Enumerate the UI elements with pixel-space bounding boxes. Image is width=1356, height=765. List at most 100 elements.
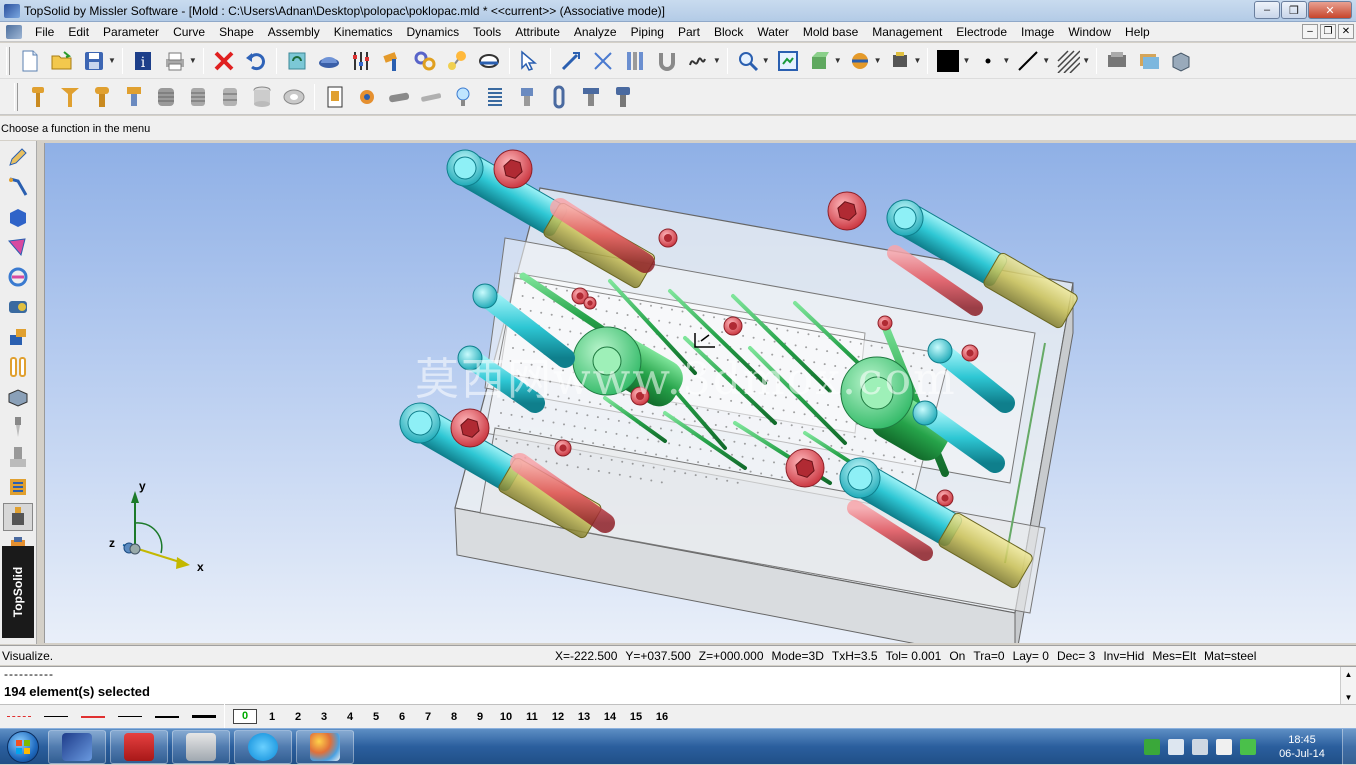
layer-12[interactable]: 12 — [545, 711, 571, 723]
flag-icon[interactable] — [1216, 739, 1232, 755]
close-button[interactable]: ✕ — [1308, 1, 1352, 19]
layer-1[interactable]: 1 — [259, 711, 285, 723]
status-on[interactable]: On — [949, 646, 965, 666]
zoom-icon[interactable] — [734, 47, 762, 75]
status-tolerance[interactable]: Tol= 0.001 — [886, 646, 942, 666]
pointer-icon[interactable] — [516, 47, 544, 75]
cooling-icon[interactable] — [3, 473, 33, 501]
link-icon[interactable] — [545, 83, 573, 111]
curve-icon[interactable] — [3, 173, 33, 201]
menu-parameter[interactable]: Parameter — [96, 22, 166, 42]
paint-icon[interactable] — [296, 729, 354, 764]
status-measure[interactable]: Mes=Elt — [1152, 646, 1196, 666]
screw-3-icon[interactable] — [88, 83, 116, 111]
box-icon[interactable] — [1167, 47, 1195, 75]
delete-icon[interactable] — [210, 47, 238, 75]
line-type-dashdot-icon[interactable] — [4, 707, 34, 727]
status-decimals[interactable]: Dec= 3 — [1057, 646, 1095, 666]
solid-icon[interactable] — [3, 203, 33, 231]
layer-15[interactable]: 15 — [623, 711, 649, 723]
document-icon[interactable] — [6, 24, 22, 39]
bolt-icon[interactable] — [609, 83, 637, 111]
toolbar-grip[interactable] — [6, 46, 10, 75]
doc-restore-button[interactable]: ❐ — [1320, 24, 1336, 39]
minimize-button[interactable]: – — [1254, 1, 1280, 19]
menu-curve[interactable]: Curve — [166, 22, 212, 42]
menu-analyze[interactable]: Analyze — [567, 22, 624, 42]
skype-icon[interactable] — [234, 729, 292, 764]
toolbar-grip[interactable] — [14, 82, 18, 111]
status-invisible[interactable]: Inv=Hid — [1103, 646, 1144, 666]
status-material[interactable]: Mat=steel — [1204, 646, 1256, 666]
point-style-icon[interactable] — [974, 47, 1002, 75]
menu-assembly[interactable]: Assembly — [261, 22, 327, 42]
open-folder-icon[interactable] — [48, 47, 76, 75]
layer-3[interactable]: 3 — [311, 711, 337, 723]
links-icon[interactable] — [411, 47, 439, 75]
screw-7-icon[interactable] — [216, 83, 244, 111]
gear-icon[interactable] — [353, 83, 381, 111]
menu-block[interactable]: Block — [707, 22, 750, 42]
solidworks-icon[interactable] — [110, 729, 168, 764]
clamp-icon[interactable] — [577, 83, 605, 111]
sliders-icon[interactable] — [347, 47, 375, 75]
doc-minimize-button[interactable]: – — [1302, 24, 1318, 39]
save-icon[interactable] — [80, 47, 108, 75]
status-layer[interactable]: Lay= 0 — [1013, 646, 1049, 666]
doc-component-icon[interactable] — [321, 83, 349, 111]
layers-icon[interactable] — [1135, 47, 1163, 75]
assembly-icon[interactable] — [3, 263, 33, 291]
layer-14[interactable]: 14 — [597, 711, 623, 723]
screw-2-icon[interactable] — [56, 83, 84, 111]
message-scrollbar[interactable]: ▲ ▼ — [1340, 667, 1356, 705]
menu-mold-base[interactable]: Mold base — [796, 22, 865, 42]
layer-4[interactable]: 4 — [337, 711, 363, 723]
pencil-icon[interactable] — [3, 143, 33, 171]
layer-13[interactable]: 13 — [571, 711, 597, 723]
eye-icon[interactable] — [475, 47, 503, 75]
ring-icon[interactable] — [280, 83, 308, 111]
pin-icon[interactable] — [417, 83, 445, 111]
graphics-viewport[interactable]: y z x 莫西网www.3dmox.com — [44, 143, 1356, 643]
status-mode[interactable]: Mode=3D — [772, 646, 824, 666]
menu-attribute[interactable]: Attribute — [508, 22, 567, 42]
status-text-height[interactable]: TxH=3.5 — [832, 646, 878, 666]
calculator-icon[interactable] — [172, 729, 230, 764]
color-swatch-icon[interactable] — [934, 47, 962, 75]
topsolid-icon[interactable] — [48, 729, 106, 764]
punch-icon[interactable] — [3, 413, 33, 441]
shape-icon[interactable] — [3, 233, 33, 261]
mold-icon[interactable] — [3, 353, 33, 381]
layer-9[interactable]: 9 — [467, 711, 493, 723]
info-icon[interactable]: i — [129, 47, 157, 75]
line-type-medium-icon[interactable] — [115, 707, 145, 727]
layer-current[interactable]: 0 — [233, 709, 257, 724]
shield-icon[interactable] — [1144, 739, 1160, 755]
menu-image[interactable]: Image — [1014, 22, 1061, 42]
cap-icon[interactable] — [315, 47, 343, 75]
balloon-icon[interactable] — [443, 47, 471, 75]
print-icon[interactable] — [161, 47, 189, 75]
speaker-icon[interactable] — [1168, 739, 1184, 755]
update-icon[interactable] — [1240, 739, 1256, 755]
spring-icon[interactable] — [481, 83, 509, 111]
refresh-icon[interactable] — [283, 47, 311, 75]
menu-management[interactable]: Management — [865, 22, 949, 42]
screw-4-icon[interactable] — [120, 83, 148, 111]
layer-11[interactable]: 11 — [519, 711, 545, 723]
layer-8[interactable]: 8 — [441, 711, 467, 723]
layer-10[interactable]: 10 — [493, 711, 519, 723]
cut-icon[interactable] — [589, 47, 617, 75]
line-style-icon[interactable] — [1014, 47, 1042, 75]
show-desktop-button[interactable] — [1342, 729, 1356, 765]
clock[interactable]: 18:45 06-Jul-14 — [1266, 733, 1338, 761]
menu-edit[interactable]: Edit — [61, 22, 96, 42]
new-file-icon[interactable] — [16, 47, 44, 75]
kinematics-icon[interactable] — [3, 293, 33, 321]
line-type-red-icon[interactable] — [78, 707, 108, 727]
menu-file[interactable]: File — [28, 22, 61, 42]
menu-electrode[interactable]: Electrode — [949, 22, 1014, 42]
bulb-icon[interactable] — [449, 83, 477, 111]
layer-6[interactable]: 6 — [389, 711, 415, 723]
layer-7[interactable]: 7 — [415, 711, 441, 723]
